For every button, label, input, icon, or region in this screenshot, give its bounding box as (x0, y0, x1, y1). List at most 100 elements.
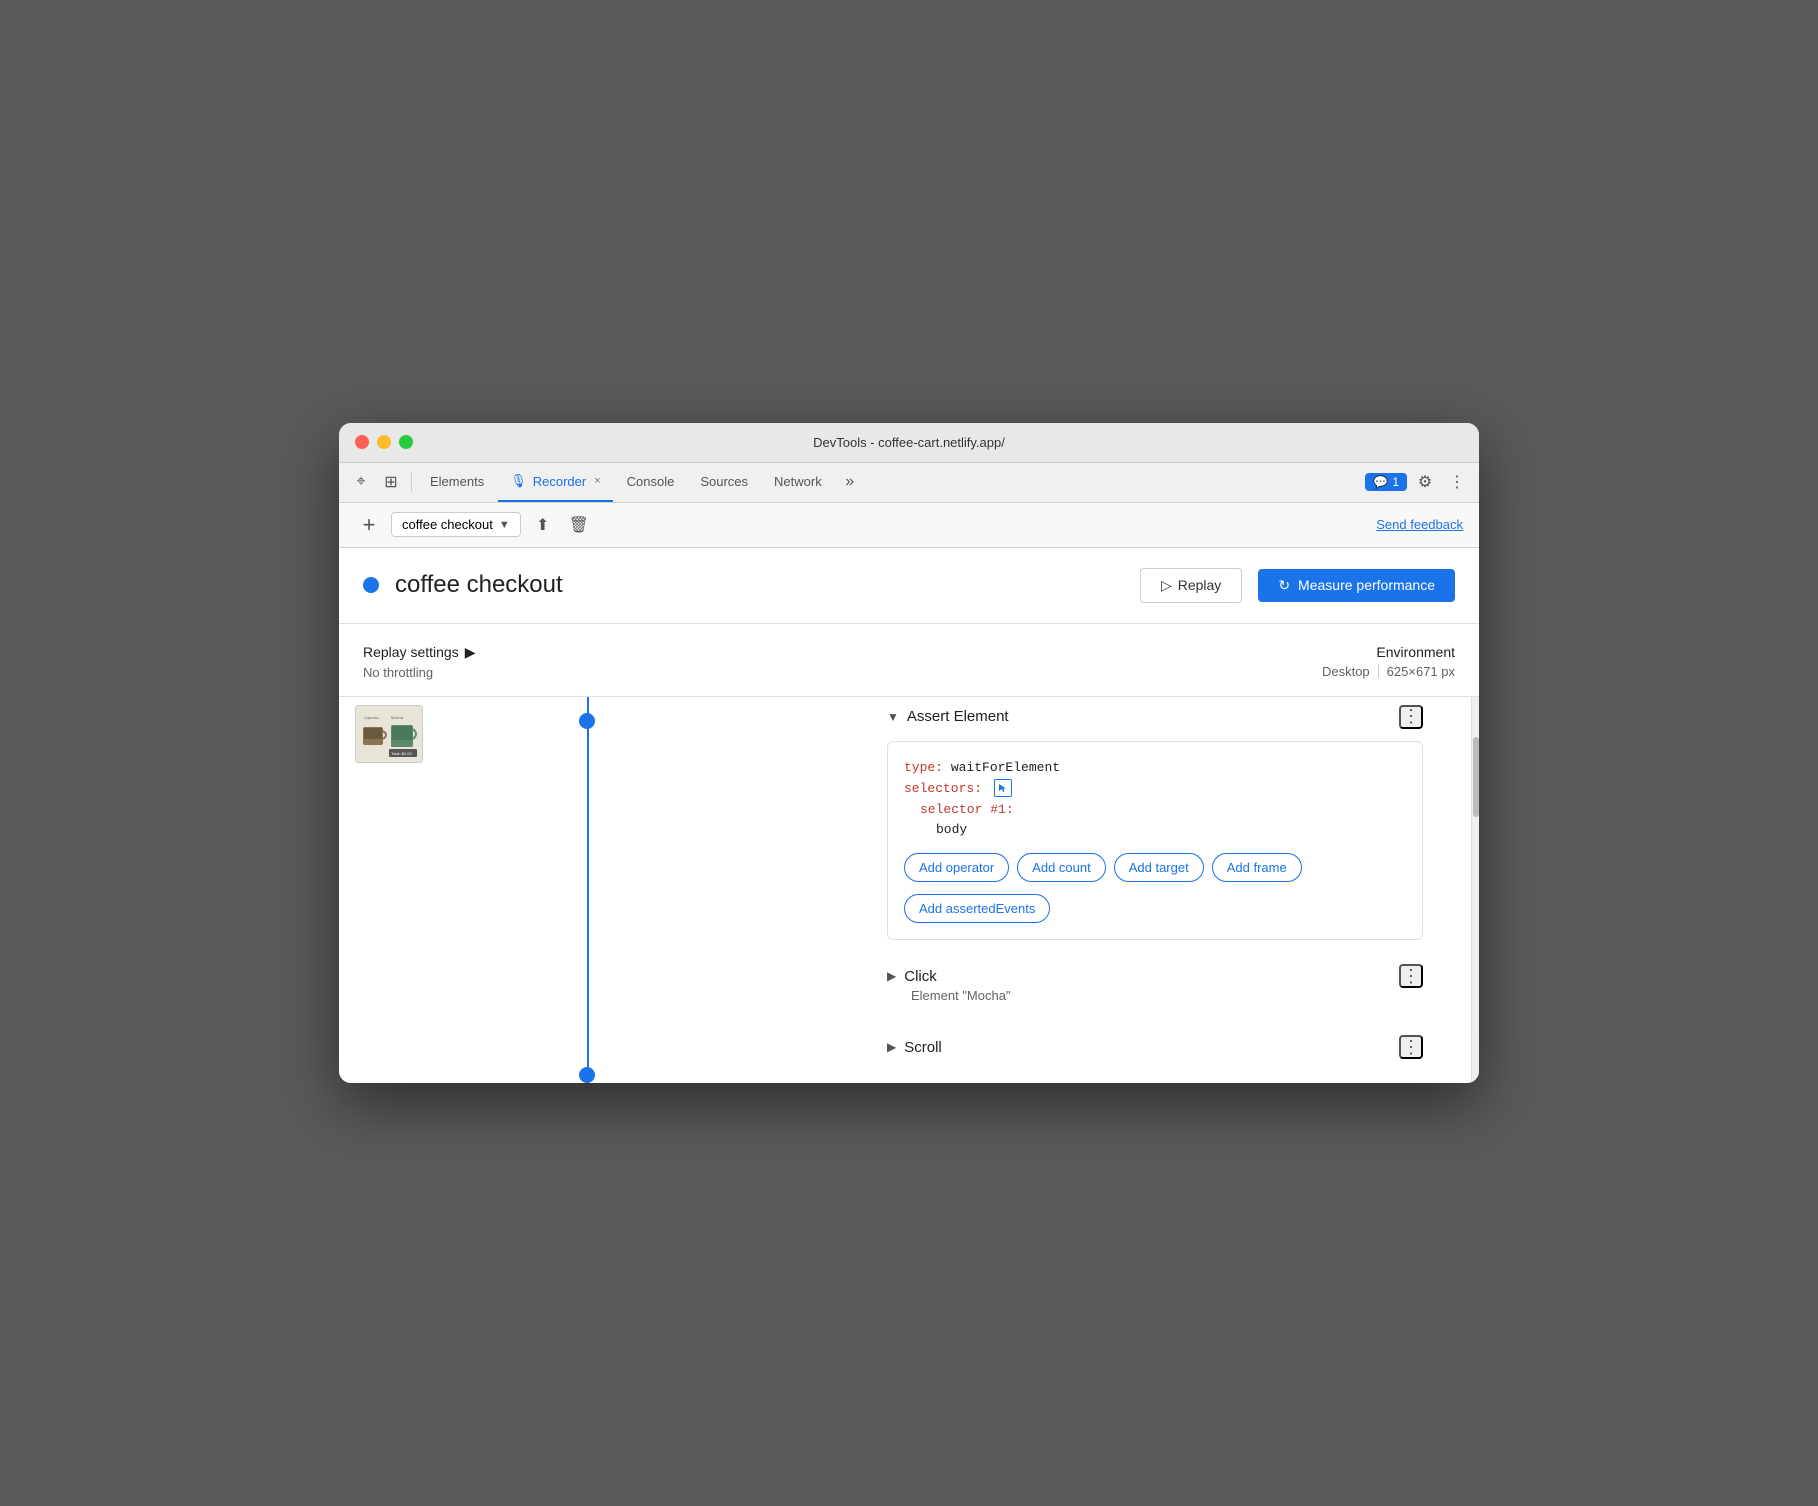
recording-status-dot (363, 577, 379, 593)
add-count-btn[interactable]: Add count (1017, 853, 1106, 882)
tab-sources[interactable]: Sources (688, 462, 760, 502)
scrollbar-thumb[interactable] (1473, 737, 1479, 817)
scroll-toggle[interactable]: ▶ (887, 1040, 896, 1054)
cursor-icon-btn[interactable]: ⌖ (347, 468, 375, 496)
tab-network-label: Network (774, 474, 822, 489)
recording-selector[interactable]: coffee checkout ▼ (391, 512, 521, 537)
title-bar: DevTools - coffee-cart.netlify.app/ (339, 423, 1479, 463)
layers-icon: ⊞ (384, 472, 397, 492)
more-vert-icon: ⋮ (1449, 472, 1465, 492)
click-menu-btn[interactable]: ⋮ (1399, 964, 1423, 988)
timeline-line (587, 697, 589, 1083)
window-title: DevTools - coffee-cart.netlify.app/ (813, 435, 1005, 450)
throttling-value: No throttling (363, 665, 476, 680)
export-btn[interactable]: ⬆ (529, 511, 557, 539)
trash-icon: 🗑 (569, 515, 589, 535)
replay-settings-title[interactable]: Replay settings ▶ (363, 644, 476, 661)
scroll-step: ▶ Scroll ⋮ (887, 1035, 1471, 1059)
more-options-btn[interactable]: ⋮ (1443, 468, 1471, 496)
add-asserted-events-btn[interactable]: Add assertedEvents (904, 894, 1050, 923)
click-step: ▶ Click ⋮ Element "Mocha" (887, 964, 1471, 1003)
feedback-chat-btn[interactable]: 💬 1 (1365, 473, 1407, 491)
gear-icon: ⚙ (1418, 472, 1432, 492)
selectors-key: selectors: (904, 781, 982, 796)
click-toggle[interactable]: ▶ (887, 969, 896, 983)
code-selector1: selector #1: (904, 800, 1406, 821)
delete-btn[interactable]: 🗑 (565, 511, 593, 539)
devtools-right-controls: 💬 1 ⚙ ⋮ (1365, 468, 1471, 496)
devtools-tab-bar: ⌖ ⊞ Elements 🎙 Recorder × Console Source… (339, 463, 1479, 503)
click-header: ▶ Click ⋮ (887, 964, 1423, 988)
thumbnail-column: Capuno... Mocha Total: $0.00 (339, 697, 599, 1083)
scroll-title: Scroll (904, 1039, 1391, 1056)
tab-console-label: Console (627, 474, 675, 489)
steps-area: Capuno... Mocha Total: $0.00 (339, 697, 1479, 1083)
settings-btn[interactable]: ⚙ (1411, 468, 1439, 496)
tab-recorder-label: Recorder (533, 474, 586, 489)
recorder-icon: 🎙 (510, 473, 527, 489)
tab-separator (411, 472, 412, 492)
dropdown-arrow-icon: ▼ (499, 519, 510, 531)
cursor-icon: ⌖ (356, 473, 365, 491)
svg-text:Total: $0.00: Total: $0.00 (391, 751, 412, 756)
minimize-button[interactable] (377, 435, 391, 449)
window-controls (355, 435, 413, 449)
more-tabs-btn[interactable]: » (836, 468, 864, 496)
chat-count: 1 (1392, 475, 1399, 489)
play-icon: ▷ (1161, 577, 1172, 594)
tab-console[interactable]: Console (615, 462, 687, 502)
layers-icon-btn[interactable]: ⊞ (377, 468, 405, 496)
click-subtitle: Element "Mocha" (911, 988, 1423, 1003)
chevron-right-icon: » (845, 473, 854, 491)
tab-sources-label: Sources (700, 474, 748, 489)
steps-column: ▼ Assert Element ⋮ type: waitForElement (847, 697, 1471, 1083)
measure-performance-btn[interactable]: ↻ Measure performance (1258, 569, 1455, 602)
assert-element-code: type: waitForElement selectors: (887, 741, 1423, 940)
env-divider (1378, 664, 1379, 678)
tab-recorder-close[interactable]: × (594, 475, 600, 487)
scroll-menu-btn[interactable]: ⋮ (1399, 1035, 1423, 1059)
assert-element-step: ▼ Assert Element ⋮ type: waitForElement (887, 705, 1471, 940)
more-vert-icon: ⋮ (1402, 966, 1420, 987)
recording-selector-name: coffee checkout (402, 517, 493, 532)
scrollbar-track[interactable] (1471, 697, 1479, 1083)
replay-label: Replay (1178, 577, 1222, 593)
selector-cursor-icon[interactable] (994, 779, 1012, 797)
chat-icon: 💬 (1373, 475, 1388, 489)
replay-btn[interactable]: ▷ Replay (1140, 568, 1242, 603)
selector1-val: body (936, 822, 967, 837)
type-val: waitForElement (951, 760, 1060, 775)
thumbnail-strip: Capuno... Mocha Total: $0.00 (355, 705, 583, 763)
recorder-content: coffee checkout ▷ Replay ↻ Measure perfo… (339, 548, 1479, 1083)
devtools-window: DevTools - coffee-cart.netlify.app/ ⌖ ⊞ … (339, 423, 1479, 1083)
env-size: 625×671 px (1387, 664, 1455, 679)
add-buttons-row2: Add assertedEvents (904, 894, 1406, 923)
recorder-toolbar: + coffee checkout ▼ ⬆ 🗑 Send feedback (339, 503, 1479, 548)
add-operator-btn[interactable]: Add operator (904, 853, 1009, 882)
measure-label: Measure performance (1298, 577, 1435, 593)
assert-element-dot (579, 713, 595, 729)
maximize-button[interactable] (399, 435, 413, 449)
environment-title: Environment (1322, 644, 1455, 660)
tab-network[interactable]: Network (762, 462, 834, 502)
replay-settings-section: Replay settings ▶ No throttling Environm… (339, 624, 1479, 697)
send-feedback-btn[interactable]: Send feedback (1376, 517, 1463, 532)
assert-element-header: ▼ Assert Element ⋮ (887, 705, 1423, 729)
add-frame-btn[interactable]: Add frame (1212, 853, 1302, 882)
recording-title: coffee checkout (395, 571, 1124, 599)
add-buttons-row1: Add operator Add count Add target Add fr… (904, 853, 1406, 882)
environment-value: Desktop 625×671 px (1322, 664, 1455, 679)
recording-header: coffee checkout ▷ Replay ↻ Measure perfo… (339, 548, 1479, 624)
svg-text:Mocha: Mocha (391, 715, 404, 720)
more-vert-icon: ⋮ (1402, 706, 1420, 727)
assert-element-menu-btn[interactable]: ⋮ (1399, 705, 1423, 729)
scroll-header: ▶ Scroll ⋮ (887, 1035, 1423, 1059)
close-button[interactable] (355, 435, 369, 449)
assert-element-toggle[interactable]: ▼ (887, 710, 899, 724)
env-name: Desktop (1322, 664, 1370, 679)
add-target-btn[interactable]: Add target (1114, 853, 1204, 882)
new-recording-btn[interactable]: + (355, 511, 383, 539)
tab-elements[interactable]: Elements (418, 462, 496, 502)
settings-expand-icon: ▶ (465, 644, 476, 661)
tab-recorder[interactable]: 🎙 Recorder × (498, 462, 612, 502)
